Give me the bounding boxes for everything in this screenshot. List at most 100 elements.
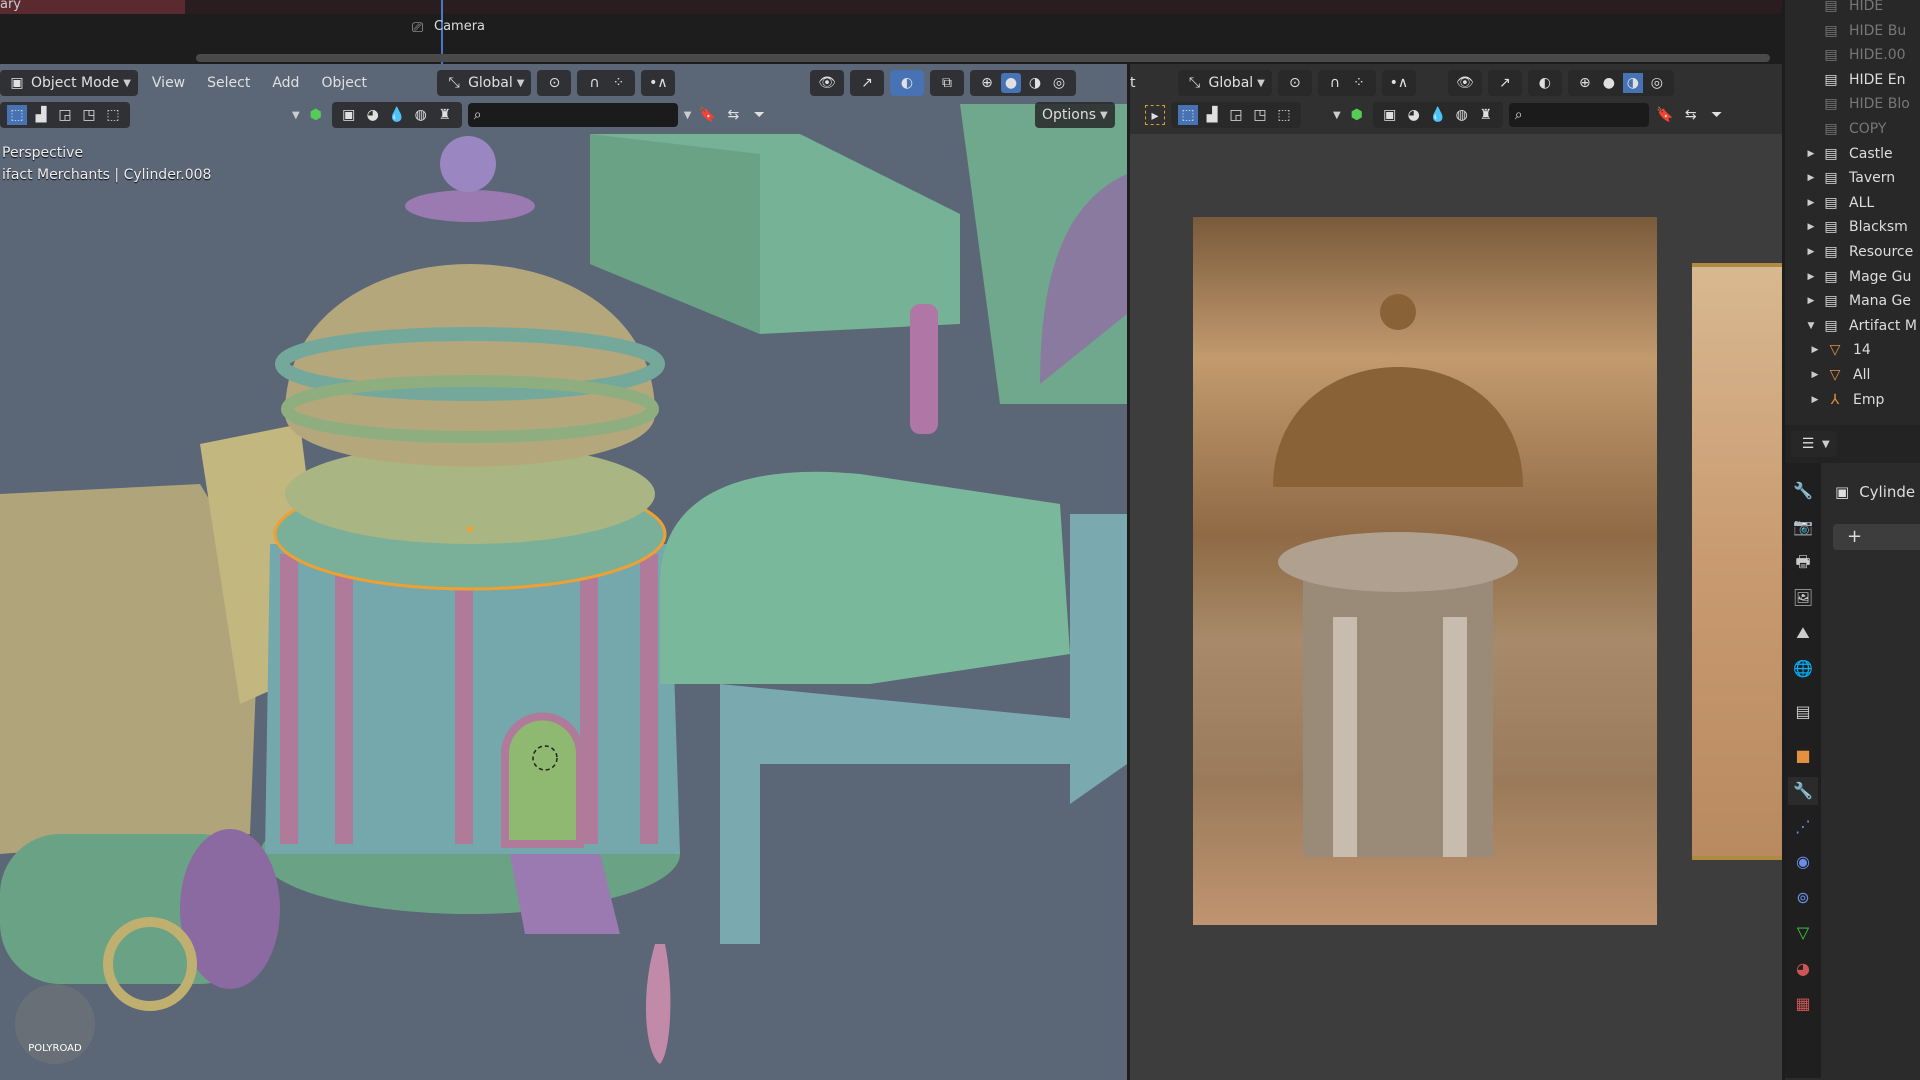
selectability-filters[interactable]: ▣ ◕ 💧 ◍ ♜ (1372, 102, 1503, 128)
chevron-down-icon[interactable]: ▼ (292, 110, 300, 121)
tab-view-layer-icon[interactable]: 🖼 (1788, 584, 1818, 612)
expand-arrow-icon[interactable]: ▶ (1805, 272, 1817, 282)
proportional-edit-button[interactable]: •∧ (1381, 70, 1416, 96)
timeline-scrollbar[interactable] (196, 54, 1770, 62)
brush-icon[interactable]: ♜ (1476, 105, 1496, 125)
menu-view[interactable]: View (144, 72, 193, 94)
options-button[interactable]: Options ▼ (1035, 102, 1115, 128)
transform-orientation-selector[interactable]: ⤡ Global ▼ (1177, 70, 1272, 96)
brush-icon[interactable]: ♜ (435, 105, 455, 125)
pivot-button[interactable]: ⊙ (1277, 70, 1312, 96)
tab-material-icon[interactable]: ◕ (1788, 955, 1818, 983)
material-icon[interactable]: ◕ (1404, 105, 1424, 125)
filter-mesh-icon[interactable]: ⬢ (306, 105, 326, 125)
menu-select[interactable]: Select (199, 72, 258, 94)
proportional-edit-button[interactable]: •∧ (641, 70, 676, 96)
shading-buttons[interactable]: ⊕ ● ◑ ◎ (1567, 70, 1674, 96)
tab-scene-icon[interactable]: ⛰ (1788, 619, 1818, 647)
shading-buttons[interactable]: ⊕ ● ◑ ◎ (970, 70, 1076, 96)
selectability-filters[interactable]: ▣ ◕ 💧 ◍ ♜ (331, 102, 462, 128)
filter-mesh-icon[interactable]: ⬢ (1347, 105, 1367, 125)
select-tool-icon[interactable]: ▸ (1145, 105, 1165, 125)
rendered-icon[interactable]: ◎ (1647, 73, 1667, 93)
object-icon[interactable]: ▣ (339, 105, 359, 125)
material-preview-icon[interactable]: ◑ (1622, 73, 1643, 93)
outliner-item[interactable]: ▶ ▤ Tavern (1785, 166, 1896, 190)
gizmo-button[interactable]: ↗ (1487, 70, 1522, 96)
expand-arrow-icon[interactable]: ▶ (1809, 370, 1821, 380)
mode-selector[interactable]: ▣ Object Mode ▼ (0, 70, 138, 96)
gizmo-button[interactable]: ↗ (850, 70, 884, 96)
expand-arrow-icon[interactable]: ▶ (1805, 198, 1817, 208)
outliner-item[interactable]: ▶ ▤ Mage Gu (1785, 265, 1912, 289)
select-invert-icon[interactable]: ◳ (79, 105, 99, 125)
wireframe-icon[interactable]: ⊕ (1575, 73, 1595, 93)
search-input[interactable]: ⌕ (467, 103, 678, 127)
select-mode-buttons[interactable]: ⬚ ▟ ◲ ◳ ⬚ (1171, 102, 1301, 128)
search-input[interactable]: ⌕ (1508, 103, 1649, 127)
outliner-item[interactable]: ▤ HIDE Bu (1785, 19, 1906, 43)
sort-icon[interactable]: ⇆ (723, 105, 743, 125)
light-icon[interactable]: 💧 (1428, 105, 1448, 125)
3d-viewport[interactable]: ▣ Object Mode ▼ View Select Add Object ⤡ Gl… (0, 64, 1127, 1080)
tab-collection-icon[interactable]: ▤ (1788, 698, 1818, 726)
chevron-down-icon[interactable]: ▼ (684, 110, 692, 121)
timeline-editor[interactable]: ary ⎚ Camera (0, 0, 1782, 64)
select-intersect-icon[interactable]: ⬚ (103, 105, 123, 125)
tab-world-icon[interactable]: 🌐 (1788, 655, 1818, 683)
filter-icon[interactable]: ⏷ (749, 105, 769, 125)
overlays-button[interactable]: ◐ (890, 70, 924, 96)
tab-texture-icon[interactable]: ▦ (1788, 990, 1818, 1018)
tab-data-icon[interactable]: ▽ (1788, 919, 1818, 947)
tab-constraints-icon[interactable]: ⊚ (1788, 884, 1818, 912)
rendered-icon[interactable]: ◎ (1049, 73, 1069, 93)
outliner-item[interactable]: ▤ COPY (1785, 117, 1886, 141)
transform-orientation-selector[interactable]: ⤡ Global ▼ (437, 70, 532, 96)
outliner[interactable]: ▤ HIDE ▤ HIDE Bu ▤ HIDE.00 ▤ HIDE En ▤ HIDE Blo ▤ C… (1785, 0, 1920, 425)
select-invert-icon[interactable]: ◳ (1250, 105, 1270, 125)
outliner-item[interactable]: ▶ ⅄ Emp (1809, 388, 1885, 412)
pivot-button[interactable]: ⊙ (537, 70, 572, 96)
expand-arrow-icon[interactable]: ▶ (1805, 173, 1817, 183)
menu-add[interactable]: Add (264, 72, 307, 94)
select-subtract-icon[interactable]: ◲ (55, 105, 75, 125)
select-subtract-icon[interactable]: ◲ (1226, 105, 1246, 125)
add-modifier-button[interactable]: + (1833, 524, 1920, 550)
select-extend-icon[interactable]: ▟ (1202, 105, 1222, 125)
chevron-down-icon[interactable]: ▼ (1333, 110, 1341, 121)
light-icon[interactable]: 💧 (387, 105, 407, 125)
sort-icon[interactable]: ⇆ (1681, 105, 1701, 125)
visibility-button[interactable]: 👁 (810, 70, 844, 96)
visibility-button[interactable]: 👁 (1447, 70, 1482, 96)
outliner-item[interactable]: ▶ ▤ Resource (1785, 240, 1914, 264)
outliner-item[interactable]: ▶ ▽ All (1809, 363, 1871, 387)
tab-particles-icon[interactable]: ⋰ (1788, 813, 1818, 841)
object-icon[interactable]: ▣ (1380, 105, 1400, 125)
snap-button[interactable]: ∩ ⁘ (577, 70, 636, 96)
outliner-item[interactable]: ▶ ▽ 14 (1809, 338, 1871, 362)
xray-button[interactable]: ⧉ (930, 70, 964, 96)
wireframe-icon[interactable]: ⊕ (977, 73, 997, 93)
bookmark-icon[interactable]: 🔖 (697, 105, 717, 125)
tab-object-icon[interactable]: ■ (1788, 742, 1818, 770)
tab-render-icon[interactable]: 📷 (1788, 513, 1818, 541)
select-mode-buttons[interactable]: ⬚ ▟ ◲ ◳ ⬚ (0, 102, 130, 128)
outliner-item[interactable]: ▶ ▤ Castle (1785, 142, 1893, 166)
expand-arrow-icon[interactable]: ▶ (1805, 247, 1817, 257)
tab-tool-icon[interactable]: 🔧 (1788, 477, 1818, 505)
tab-modifiers-icon[interactable]: 🔧 (1788, 777, 1818, 805)
expand-arrow-icon[interactable]: ▶ (1805, 222, 1817, 232)
snap-button[interactable]: ∩ ⁘ (1317, 70, 1376, 96)
expand-arrow-icon[interactable]: ▶ (1805, 149, 1817, 159)
menu-object[interactable]: Object (313, 72, 375, 94)
world-icon[interactable]: ◍ (1452, 105, 1472, 125)
tab-output-icon[interactable]: 🖶 (1788, 548, 1818, 576)
outliner-item[interactable]: ▤ HIDE Blo (1785, 92, 1909, 116)
solid-icon[interactable]: ● (1599, 73, 1619, 93)
image-editor[interactable]: t ⤡ Global ▼ ⊙ ∩ ⁘ •∧ 👁 ↗ ◐ ⊕ ● ◑ ◎ ▸ ⬚ ▟ ◲ ◳ ⬚ ▼ … (1130, 64, 1782, 1080)
outliner-item[interactable]: ▶ ▤ Blacksm (1785, 215, 1908, 239)
expand-arrow-icon[interactable]: ▶ (1809, 395, 1821, 405)
expand-arrow-icon[interactable]: ▶ (1809, 345, 1821, 355)
material-icon[interactable]: ◕ (363, 105, 383, 125)
expand-arrow-icon[interactable]: ▶ (1805, 296, 1817, 306)
